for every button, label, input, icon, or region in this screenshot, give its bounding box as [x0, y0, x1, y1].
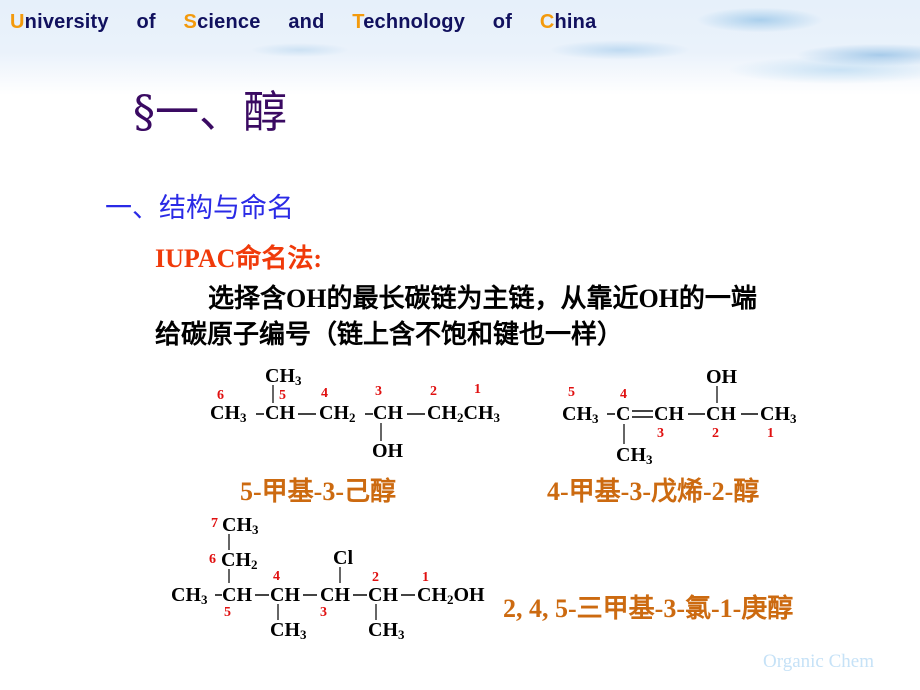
chain-group: CH3 [562, 403, 599, 426]
bond [401, 594, 415, 596]
carbon-number: 6 [209, 552, 216, 567]
carbon-number: 2 [430, 384, 437, 399]
double-bond-lower [632, 416, 653, 418]
carbon-number: 1 [767, 426, 774, 441]
section-heading: 一、结构与命名 [105, 193, 294, 224]
methyl-group: CH3 [222, 514, 259, 537]
bond [623, 424, 625, 444]
rule-text-line1: 选择含OH的最长碳链为主链，从靠近OH的一端 [208, 284, 757, 313]
bond [741, 413, 758, 415]
compound-name-1: 5-甲基-3-己醇 [240, 477, 396, 506]
hydroxyl-group: OH [706, 366, 738, 388]
bond [339, 567, 341, 583]
carbon-number: 3 [657, 426, 664, 441]
slide-title: §一、醇 [133, 87, 287, 138]
carbon-number: 2 [372, 570, 379, 585]
methyl-group: CH3 [368, 619, 405, 642]
chain-group: CH [706, 403, 736, 425]
carbon-number: 3 [375, 384, 382, 399]
carbon-number: 4 [273, 569, 280, 584]
chain-group: CH2CH3 [427, 402, 500, 425]
carbon-number: 2 [712, 426, 719, 441]
university-name: University of Science and Technology of … [10, 11, 596, 34]
chain-group: C [616, 403, 631, 425]
bond [375, 604, 377, 620]
univ-word: and [288, 11, 325, 33]
carbon-number: 3 [320, 605, 327, 620]
chain-group: CH3 [210, 402, 247, 425]
chloro-group: Cl [333, 547, 353, 569]
carbon-number: 1 [474, 382, 481, 397]
carbon-number: 4 [321, 386, 328, 401]
bond [298, 413, 316, 415]
chain-group: CH [222, 584, 252, 606]
carbon-number: 5 [279, 388, 286, 403]
bond [303, 594, 317, 596]
carbon-number: 7 [211, 516, 218, 531]
methyl-group: CH3 [270, 619, 307, 642]
methylene-group: CH2 [221, 549, 258, 572]
carbon-number: 4 [620, 387, 627, 402]
iupac-label: IUPAC命名法: [155, 244, 323, 273]
chain-group: CH [270, 584, 300, 606]
chain-group: CH [373, 402, 403, 424]
chain-group: CH [368, 584, 398, 606]
univ-word: of [492, 11, 513, 33]
univ-word: Science [183, 11, 261, 33]
carbon-number: 6 [217, 388, 224, 403]
bond [380, 423, 382, 441]
compound-name-2: 4-甲基-3-戊烯-2-醇 [547, 477, 760, 506]
univ-word: of [136, 11, 156, 33]
bond [256, 413, 264, 415]
chain-group: CH [654, 403, 684, 425]
methyl-group: CH3 [265, 365, 302, 388]
bond [277, 604, 279, 620]
bond [228, 534, 230, 550]
univ-word: Technology [352, 11, 466, 33]
bond [353, 594, 367, 596]
chain-group: CH2 [319, 402, 356, 425]
bond [272, 385, 274, 403]
rule-text-line2: 给碳原子编号（链上含不饱和键也一样） [155, 320, 624, 349]
compound-name-3: 2, 4, 5-三甲基-3-氯-1-庚醇 [503, 594, 794, 623]
footer-watermark: Organic Chem [763, 651, 874, 672]
hydroxyl-group: OH [372, 440, 404, 462]
univ-word: University [10, 11, 109, 33]
bond [365, 413, 373, 415]
bond [215, 594, 222, 596]
univ-word: China [539, 11, 597, 33]
chain-group: CH3 [171, 584, 208, 607]
chain-group: CH [265, 402, 295, 424]
bond [688, 413, 705, 415]
carbon-number: 5 [224, 605, 231, 620]
carbon-number: 1 [422, 570, 429, 585]
chain-group: CH [320, 584, 350, 606]
chain-group: CH3 [760, 403, 797, 426]
bond [255, 594, 269, 596]
bond [407, 413, 425, 415]
chain-group: CH2OH [417, 584, 485, 607]
methyl-group: CH3 [616, 444, 653, 467]
bond [607, 413, 615, 415]
bond [228, 569, 230, 583]
double-bond-upper [632, 410, 653, 412]
carbon-number: 5 [568, 385, 575, 400]
bond [716, 386, 718, 403]
